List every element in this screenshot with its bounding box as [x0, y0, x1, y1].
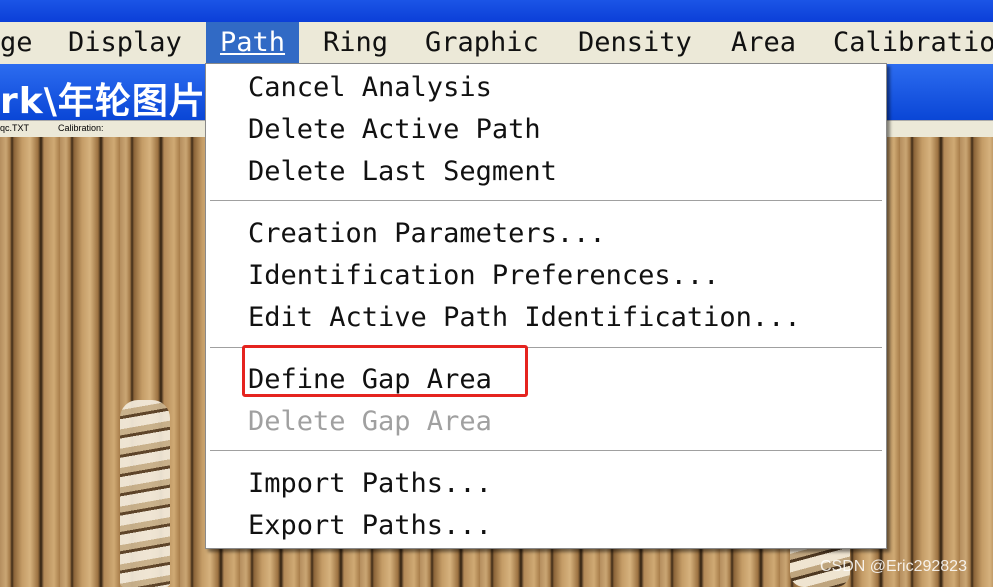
wood-fragment — [120, 400, 170, 587]
menu-item-cancel-analysis[interactable]: Cancel Analysis — [248, 72, 492, 103]
menu-separator — [210, 200, 882, 202]
menu-area[interactable]: Area — [717, 22, 810, 64]
menu-graphic[interactable]: Graphic — [411, 22, 553, 64]
menu-image[interactable]: ge — [0, 22, 47, 64]
menu-item-export-paths[interactable]: Export Paths... — [248, 510, 492, 541]
status-file: qc.TXT — [0, 123, 30, 133]
menu-bar: ge Display Path Ring Graphic Density Are… — [0, 22, 993, 65]
watermark: CSDN @Eric292823 — [820, 558, 967, 575]
status-calibration-label: Calibration: — [58, 123, 104, 133]
menu-item-edit-active-path-identification[interactable]: Edit Active Path Identification... — [248, 302, 801, 333]
menu-item-import-paths[interactable]: Import Paths... — [248, 468, 492, 499]
annotation-highlight-box — [242, 345, 528, 397]
menu-display[interactable]: Display — [54, 22, 196, 64]
window-title-bar — [0, 0, 993, 22]
menu-item-identification-preferences[interactable]: Identification Preferences... — [248, 260, 719, 291]
menu-calibration[interactable]: Calibratio — [819, 22, 993, 64]
menu-separator — [210, 450, 882, 452]
menu-item-creation-parameters[interactable]: Creation Parameters... — [248, 218, 606, 249]
document-title: rk\年轮图片 — [0, 81, 206, 122]
menu-density[interactable]: Density — [564, 22, 706, 64]
menu-item-delete-gap-area: Delete Gap Area — [248, 406, 492, 437]
path-menu-dropdown: Cancel Analysis Delete Active Path Delet… — [205, 63, 887, 549]
menu-ring[interactable]: Ring — [309, 22, 402, 64]
menu-path[interactable]: Path — [206, 22, 300, 64]
menu-item-delete-active-path[interactable]: Delete Active Path — [248, 114, 541, 145]
menu-item-delete-last-segment[interactable]: Delete Last Segment — [248, 156, 557, 187]
menu-path-label: Path — [220, 27, 286, 58]
